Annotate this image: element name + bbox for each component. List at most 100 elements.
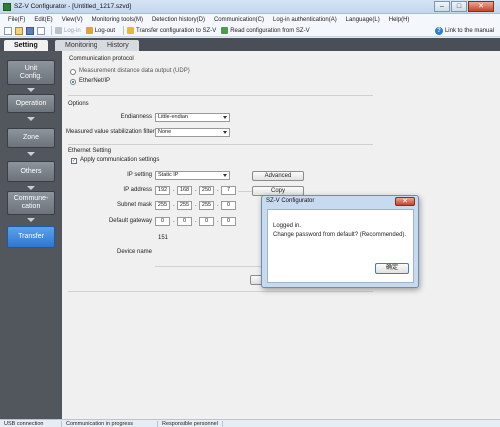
mask-octet-3[interactable]: 255 — [199, 201, 214, 210]
dialog-ok-button[interactable]: 确定 — [375, 263, 409, 274]
tab-history[interactable]: History — [97, 40, 139, 51]
ip-octet-4[interactable]: 7 — [221, 186, 236, 195]
window-close-button[interactable]: ✕ — [468, 1, 494, 12]
mask-octet-1[interactable]: 255 — [155, 201, 170, 210]
gateway-octet-1[interactable]: 0 — [155, 217, 170, 226]
ip-octet-1[interactable]: 192 — [155, 186, 170, 195]
menu-monitoring-tools[interactable]: Monitoring tools(M) — [92, 17, 143, 23]
dialog-message-line1: Logged in. — [273, 223, 302, 229]
sidebar-item-unit-config[interactable]: Unit Config. — [7, 60, 55, 85]
filter-select[interactable]: None — [155, 128, 230, 137]
dot-separator: . — [195, 187, 197, 193]
sidebar: Unit Config. Operation Zone Others Commu… — [0, 51, 62, 419]
down-arrow-icon — [27, 152, 35, 156]
gateway-octet-2[interactable]: 0 — [177, 217, 192, 226]
apply-comm-settings-checkbox[interactable]: ✓ — [71, 158, 77, 164]
ip-octet-2[interactable]: 168 — [177, 186, 192, 195]
ip-setting-label: IP setting — [127, 172, 152, 178]
dialog-body: Logged in. Change password from default?… — [267, 209, 414, 283]
ip-octet-3[interactable]: 250 — [199, 186, 214, 195]
save-icon[interactable] — [26, 26, 34, 35]
menu-file[interactable]: File(F) — [8, 17, 25, 23]
filter-value: None — [158, 129, 172, 135]
dot-separator: . — [195, 202, 197, 208]
section-title-comm-protocol: Communication protocol — [69, 56, 134, 62]
status-responsible-personnel: Responsible personnel — [158, 420, 223, 427]
apply-comm-settings-label: Apply communication settings — [80, 157, 160, 163]
filter-label: Measured value stabilization filter — [66, 129, 155, 135]
divider — [68, 291, 373, 292]
status-bar: USB connection Communication in progress… — [0, 419, 500, 427]
down-arrow-icon — [27, 88, 35, 92]
default-gateway-label: Default gateway — [108, 218, 152, 224]
print-icon[interactable] — [37, 26, 45, 35]
chevron-down-icon — [223, 131, 227, 134]
dot-separator: . — [195, 218, 197, 224]
status-communication: Communication in progress — [62, 420, 158, 427]
sidebar-item-operation[interactable]: Operation — [7, 94, 55, 113]
login-button[interactable]: Log-in — [55, 27, 81, 34]
endianness-select[interactable]: Little-endian — [155, 113, 230, 122]
dot-separator: . — [217, 202, 219, 208]
dot-separator: . — [217, 218, 219, 224]
open-folder-icon[interactable] — [15, 26, 23, 35]
radio-udp-label: Measurement distance data output (UDP) — [79, 68, 190, 74]
window-title: SZ-V Configurator - [Untitled_1217.szvd] — [14, 3, 132, 10]
dot-separator: . — [217, 187, 219, 193]
chevron-down-icon — [223, 116, 227, 119]
radio-ethernet-ip-label: EtherNet/IP — [79, 78, 111, 84]
maximize-button[interactable]: □ — [451, 1, 467, 12]
ip-setting-select[interactable]: Static IP — [155, 171, 230, 180]
dot-separator: . — [173, 218, 175, 224]
login-dialog: SZ-V Configurator ✕ Logged in. Change pa… — [261, 195, 419, 288]
sidebar-item-communication[interactable]: Commune- cation — [7, 191, 55, 215]
advanced-button[interactable]: Advanced — [252, 171, 304, 181]
ip-address-label: IP address — [123, 187, 152, 193]
menu-bar: File(F) Edit(E) View(V) Monitoring tools… — [0, 14, 500, 25]
title-bar: SZ-V Configurator - [Untitled_1217.szvd]… — [0, 0, 500, 14]
mask-octet-4[interactable]: 0 — [221, 201, 236, 210]
menu-login-authentication[interactable]: Log-in authentication(A) — [273, 17, 337, 23]
read-icon — [221, 27, 229, 34]
status-value-151: 151 — [158, 235, 169, 241]
manual-label: Link to the manual — [444, 28, 494, 34]
sidebar-item-zone[interactable]: Zone — [7, 128, 55, 148]
menu-edit[interactable]: Edit(E) — [34, 17, 52, 23]
mask-octet-2[interactable]: 255 — [177, 201, 192, 210]
minimize-button[interactable]: – — [434, 1, 450, 12]
subnet-mask-label: Subnet mask — [116, 202, 152, 208]
app-icon — [3, 3, 11, 11]
logout-icon — [85, 27, 93, 34]
dialog-message-line2: Change password from default? (Recommend… — [273, 232, 407, 238]
menu-view[interactable]: View(V) — [62, 17, 83, 23]
down-arrow-icon — [27, 117, 35, 121]
dot-separator: . — [173, 187, 175, 193]
gateway-octet-3[interactable]: 0 — [199, 217, 214, 226]
new-file-icon[interactable] — [4, 26, 12, 35]
gateway-octet-4[interactable]: 0 — [221, 217, 236, 226]
endianness-value: Little-endian — [158, 114, 188, 120]
tab-setting[interactable]: Setting — [4, 40, 48, 51]
tab-strip: Setting Monitoring History — [0, 38, 500, 51]
menu-communication[interactable]: Communication(C) — [214, 17, 264, 23]
radio-udp[interactable] — [70, 69, 76, 75]
link-to-manual[interactable]: ? Link to the manual — [434, 27, 494, 35]
logout-button[interactable]: Log-out — [85, 27, 115, 34]
menu-detection-history[interactable]: Detection history(D) — [152, 17, 205, 23]
toolbar-separator — [123, 26, 125, 35]
down-arrow-icon — [27, 218, 35, 222]
radio-ethernet-ip[interactable] — [70, 79, 76, 85]
login-icon — [55, 27, 62, 34]
section-title-options: Options — [68, 101, 89, 107]
read-config-label: Read configuration from SZ-V — [230, 27, 310, 34]
transfer-config-button[interactable]: Transfer configuration to SZ-V — [127, 27, 216, 34]
toolbar-separator — [51, 26, 52, 35]
section-title-ethernet: Ethernet Setting — [68, 148, 112, 154]
menu-language[interactable]: Language(L) — [346, 17, 380, 23]
dialog-close-button[interactable]: ✕ — [395, 197, 415, 206]
read-config-button[interactable]: Read configuration from SZ-V — [221, 27, 310, 34]
connector-line — [238, 191, 252, 192]
sidebar-item-others[interactable]: Others — [7, 161, 55, 182]
menu-help[interactable]: Help(H) — [389, 17, 410, 23]
sidebar-item-transfer[interactable]: Transfer — [7, 226, 55, 248]
